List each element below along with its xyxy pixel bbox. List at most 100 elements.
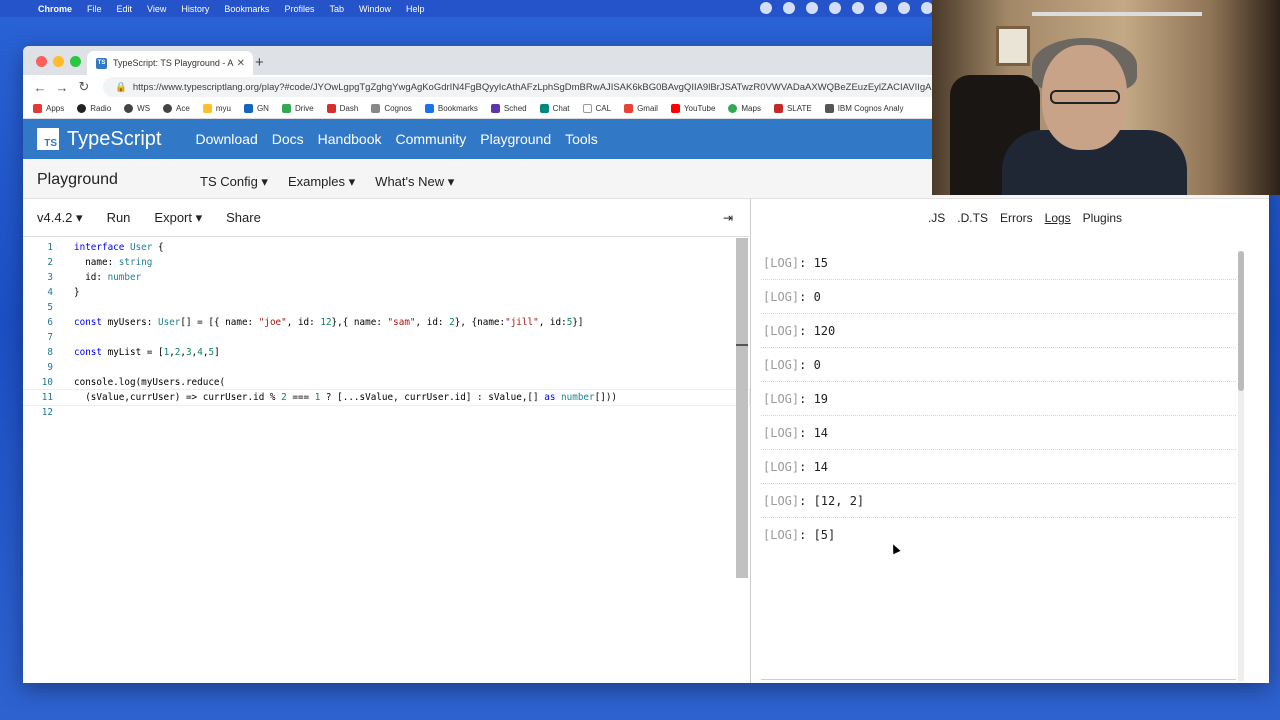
menu-bookmarks[interactable]: Bookmarks <box>224 4 269 14</box>
code-text: const myList = [1,2,3,4,5] <box>74 347 220 358</box>
bookmark-item[interactable]: Drive <box>281 104 314 113</box>
close-window-icon[interactable] <box>36 56 47 67</box>
nav-link-docs[interactable]: Docs <box>272 131 304 147</box>
typescript-logo[interactable]: TS TypeScript <box>37 128 161 151</box>
back-icon[interactable]: ← <box>29 80 51 95</box>
whats-new-dropdown[interactable]: What's New ▾ <box>375 174 454 190</box>
bookmark-item[interactable]: Cognos <box>371 104 412 113</box>
code-editor[interactable]: 1 interface User { 2 name: string 3 id: n… <box>23 238 750 683</box>
line-number: 12 <box>41 407 53 418</box>
log-tag: [LOG] <box>763 425 800 440</box>
version-dropdown[interactable]: v4.4.2 ▾ <box>37 210 83 226</box>
menu-profiles[interactable]: Profiles <box>284 4 314 14</box>
tab-errors[interactable]: Errors <box>1000 211 1033 225</box>
menu-window[interactable]: Window <box>359 4 391 14</box>
log-entry: [LOG]: 14 <box>761 450 1236 484</box>
bookmark-item[interactable]: Bookmarks <box>424 104 478 113</box>
nav-link-community[interactable]: Community <box>395 131 466 147</box>
slate-icon <box>773 104 783 113</box>
status-icon[interactable] <box>783 2 795 14</box>
minimize-window-icon[interactable] <box>53 56 64 67</box>
log-tag: [LOG] <box>763 391 800 406</box>
line-number: 3 <box>47 272 53 283</box>
bookmark-label: myu <box>215 104 231 113</box>
menu-view[interactable]: View <box>147 4 166 14</box>
bookmark-item[interactable]: GN <box>243 104 269 113</box>
code-line: 10 console.log(myUsers.reduce( <box>23 375 749 390</box>
new-tab-icon[interactable]: + <box>255 54 264 71</box>
bookmark-item[interactable]: Sched <box>490 104 527 113</box>
bookmark-item[interactable]: Maps <box>728 104 761 113</box>
cognos-icon <box>371 104 381 113</box>
bookmark-item[interactable]: WS <box>124 104 150 113</box>
url-text: https://www.typescriptlang.org/play?#cod… <box>132 81 932 93</box>
close-tab-icon[interactable]: ✕ <box>237 58 245 69</box>
run-button[interactable]: Run <box>107 210 131 225</box>
tab-logs[interactable]: Logs <box>1045 211 1071 225</box>
webcam-overlay <box>932 0 1280 195</box>
menu-history[interactable]: History <box>181 4 209 14</box>
nav-link-download[interactable]: Download <box>195 131 257 147</box>
overview-ruler-marker <box>736 344 748 346</box>
browser-tab[interactable]: TS TypeScript: TS Playground - A ✕ <box>87 51 253 75</box>
nav-link-handbook[interactable]: Handbook <box>318 131 382 147</box>
line-number: 7 <box>47 332 53 343</box>
collapse-sidebar-icon[interactable]: ⇥ <box>723 211 733 225</box>
tab-js[interactable]: .JS <box>928 211 945 225</box>
status-icons <box>760 2 933 14</box>
ts-config-dropdown[interactable]: TS Config ▾ <box>200 174 268 190</box>
scrollbar-thumb[interactable] <box>1238 251 1244 391</box>
code-text: console.log(myUsers.reduce( <box>74 377 226 388</box>
pane-divider[interactable] <box>750 199 751 683</box>
status-icon[interactable] <box>760 2 772 14</box>
maximize-window-icon[interactable] <box>70 56 81 67</box>
status-icon[interactable] <box>806 2 818 14</box>
status-icon[interactable] <box>829 2 841 14</box>
log-entry: [LOG]: [12, 2] <box>761 484 1236 518</box>
bookmark-label: GN <box>256 104 269 113</box>
bookmark-item[interactable]: Dash <box>326 104 358 113</box>
menu-help[interactable]: Help <box>406 4 425 14</box>
code-line: 9 <box>23 360 749 375</box>
bookmark-item[interactable]: Gmail <box>624 104 658 113</box>
menu-chrome[interactable]: Chrome <box>38 4 72 14</box>
menu-tab[interactable]: Tab <box>329 4 344 14</box>
export-dropdown[interactable]: Export ▾ <box>154 210 202 226</box>
nav-link-tools[interactable]: Tools <box>565 131 598 147</box>
log-entry: [LOG]: 0 <box>761 280 1236 314</box>
editor-scrollbar[interactable] <box>736 238 748 578</box>
tab-plugins[interactable]: Plugins <box>1083 211 1122 225</box>
log-scrollbar[interactable] <box>1238 251 1244 681</box>
bookmark-item[interactable]: Ace <box>163 104 190 113</box>
log-entry: [LOG]: 14 <box>761 416 1236 450</box>
code-line: 12 <box>23 405 749 420</box>
menu-file[interactable]: File <box>87 4 102 14</box>
bookmark-item[interactable]: IBM Cognos Analy <box>824 104 904 113</box>
bookmark-item[interactable]: Radio <box>77 104 111 113</box>
line-number: 4 <box>47 287 53 298</box>
status-icon[interactable] <box>875 2 887 14</box>
bookmark-item[interactable]: myu <box>202 104 231 113</box>
reload-icon[interactable]: ↻ <box>73 79 95 95</box>
globe-icon <box>124 104 134 113</box>
bookmark-item[interactable]: CAL <box>582 104 611 113</box>
menu-edit[interactable]: Edit <box>117 4 133 14</box>
dropbox-icon[interactable] <box>852 2 864 14</box>
webcam-picture-frame <box>996 26 1030 66</box>
bookmark-item[interactable]: Apps <box>33 104 64 113</box>
status-icon[interactable] <box>898 2 910 14</box>
nav-link-playground[interactable]: Playground <box>480 131 551 147</box>
lock-icon[interactable]: 🔒 <box>115 82 127 93</box>
share-button[interactable]: Share <box>226 210 261 225</box>
line-number: 1 <box>47 242 53 253</box>
bookmark-item[interactable]: Chat <box>539 104 570 113</box>
bookmark-item[interactable]: YouTube <box>670 104 715 113</box>
output-tabs: .JS .D.TS Errors Logs Plugins <box>751 199 1269 237</box>
playground-menus: TS Config ▾ Examples ▾ What's New ▾ <box>200 174 454 190</box>
bookmark-item[interactable]: SLATE <box>773 104 812 113</box>
examples-dropdown[interactable]: Examples ▾ <box>288 174 355 190</box>
line-number: 11 <box>41 392 53 403</box>
tab-dts[interactable]: .D.TS <box>957 211 988 225</box>
forward-icon[interactable]: → <box>51 80 73 95</box>
globe-icon <box>163 104 173 113</box>
